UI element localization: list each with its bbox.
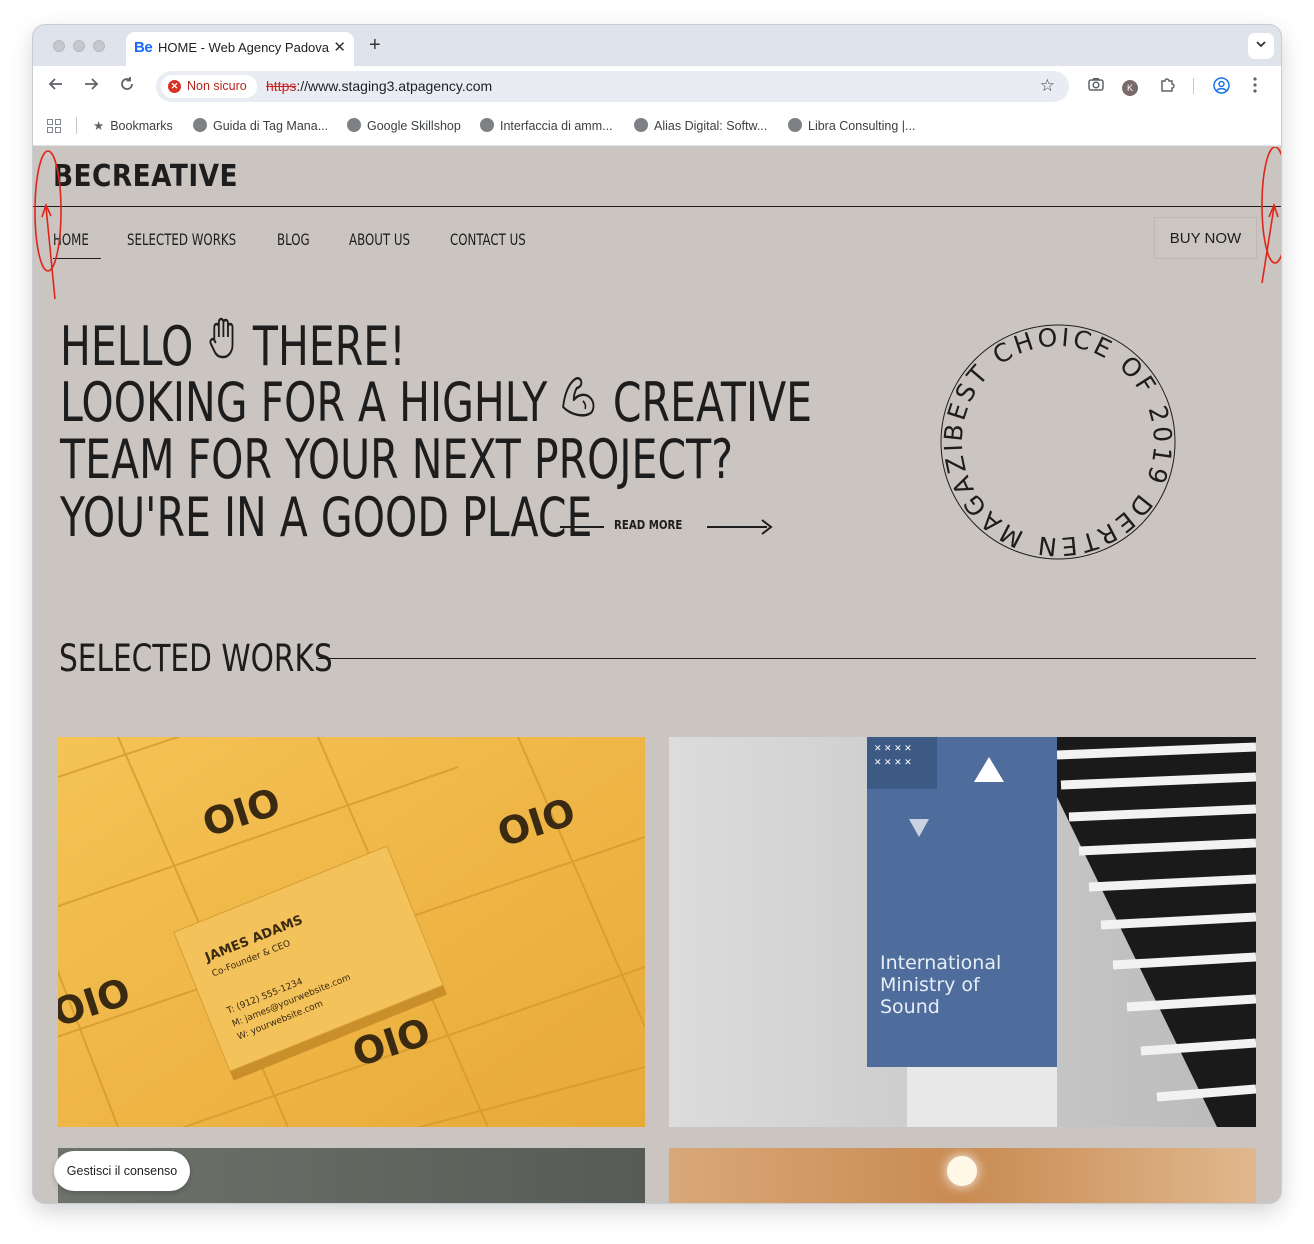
- tab-close-icon[interactable]: ✕: [333, 38, 346, 56]
- nav-selected-works[interactable]: SELECTED WORKS: [127, 230, 236, 249]
- bookmark-item[interactable]: Guida di Tag Mana...: [193, 118, 328, 133]
- extension-k-icon[interactable]: K: [1122, 80, 1138, 96]
- bookmark-item[interactable]: Libra Consulting |...: [788, 118, 915, 133]
- back-icon[interactable]: [48, 76, 64, 97]
- globe-icon: [347, 118, 361, 132]
- flexed-biceps-icon: [560, 373, 600, 432]
- tab-strip: Be HOME - Web Agency Padova ✕ +: [33, 25, 1281, 66]
- bookmark-item[interactable]: Google Skillshop: [347, 118, 461, 133]
- nav-contact-us[interactable]: CONTACT US: [450, 230, 526, 249]
- extensions-puzzle-icon[interactable]: [1159, 77, 1175, 97]
- bookmarks-bar: ★ Bookmarks Guida di Tag Mana... Google S…: [33, 106, 1281, 146]
- security-chip-label: Non sicuro: [187, 79, 247, 93]
- svg-text:Ministry of: Ministry of: [880, 974, 981, 996]
- raised-hand-icon: [206, 315, 239, 376]
- bookmarks-divider: [76, 117, 77, 134]
- hero-line-4: YOU'RE IN A GOOD PLACE: [60, 486, 593, 549]
- arrow-right-icon: [761, 519, 773, 535]
- award-badge: BEST CHOICE OF 2019 DERTEN MAGAZINE: [938, 322, 1177, 561]
- work-banner-ministry[interactable]: ✕ ✕ ✕ ✕ ✕ ✕ ✕ ✕ International Ministry of…: [669, 737, 1256, 1127]
- globe-icon: [788, 118, 802, 132]
- bookmark-item[interactable]: Interfaccia di amm...: [480, 118, 613, 133]
- zoom-window-button[interactable]: [93, 40, 105, 52]
- bookmark-star-icon[interactable]: ☆: [1040, 76, 1055, 96]
- badge-text: BEST CHOICE OF 2019 DERTEN MAGAZINE: [938, 322, 1177, 561]
- security-chip[interactable]: ✕ Non sicuro: [161, 75, 257, 98]
- url-host: ://www.staging3.atpagency.com: [296, 78, 493, 94]
- nav-blog[interactable]: BLOG: [277, 230, 310, 249]
- work-business-cards[interactable]: OIO OIO OIO OIO JAMES ADAMS Co-Founder &…: [58, 737, 645, 1127]
- browser-window: Be HOME - Web Agency Padova ✕ + ✕ Non si…: [33, 25, 1281, 1203]
- banner-mockup: ✕ ✕ ✕ ✕ ✕ ✕ ✕ ✕ International Ministry of…: [669, 737, 1256, 1127]
- bookmark-item[interactable]: ★ Bookmarks: [93, 118, 173, 133]
- read-more-right-line: [707, 526, 767, 528]
- lamp-light: [947, 1156, 977, 1186]
- apps-grid-icon[interactable]: [47, 119, 61, 133]
- browser-toolbar: ✕ Non sicuro https://www.staging3.atpage…: [33, 66, 1281, 106]
- website-viewport: BECREATIVE HOME SELECTED WORKS BLOG ABOU…: [33, 147, 1281, 1203]
- svg-text:Sound: Sound: [880, 996, 940, 1018]
- work-thumbnail-4[interactable]: [669, 1148, 1256, 1203]
- tab-title: HOME - Web Agency Padova: [158, 40, 330, 55]
- camera-icon[interactable]: [1088, 77, 1104, 95]
- new-tab-button[interactable]: +: [369, 34, 381, 57]
- toolbar-divider: [1193, 78, 1194, 94]
- profile-icon[interactable]: [1213, 77, 1230, 98]
- active-tab[interactable]: Be HOME - Web Agency Padova ✕: [126, 32, 354, 66]
- business-cards-mockup: OIO OIO OIO OIO JAMES ADAMS Co-Founder &…: [58, 737, 645, 1127]
- hero-line-1: HELLO THERE!: [60, 315, 406, 378]
- annotation-right: [1261, 147, 1281, 284]
- url-text[interactable]: https://www.staging3.atpagency.com: [266, 78, 492, 94]
- hero-line-2: LOOKING FOR A HIGHLY CREATIVE: [60, 371, 813, 434]
- globe-icon: [193, 118, 207, 132]
- behance-favicon-icon: Be: [134, 39, 153, 56]
- site-logo[interactable]: BECREATIVE: [53, 159, 238, 194]
- section-divider: [318, 658, 1256, 659]
- star-icon: ★: [93, 119, 105, 133]
- header-divider: [33, 206, 1281, 207]
- bookmark-item[interactable]: Alias Digital: Softw...: [634, 118, 767, 133]
- warning-icon: ✕: [168, 80, 181, 93]
- tab-search-button[interactable]: [1248, 33, 1274, 59]
- manage-consent-button[interactable]: Gestisci il consenso: [54, 1151, 190, 1191]
- reload-icon[interactable]: [119, 76, 135, 97]
- chevron-down-icon: [1256, 41, 1266, 48]
- annotation-left: [34, 150, 62, 300]
- forward-icon[interactable]: [83, 76, 99, 97]
- hero-line-3: TEAM FOR YOUR NEXT PROJECT?: [60, 428, 733, 491]
- close-window-button[interactable]: [53, 40, 65, 52]
- minimize-window-button[interactable]: [73, 40, 85, 52]
- nav-about-us[interactable]: ABOUT US: [349, 230, 410, 249]
- svg-text:✕ ✕ ✕ ✕: ✕ ✕ ✕ ✕: [874, 757, 912, 767]
- read-more-label: READ MORE: [614, 518, 683, 532]
- address-bar[interactable]: ✕ Non sicuro https://www.staging3.atpage…: [156, 71, 1069, 102]
- kebab-menu-icon[interactable]: [1253, 77, 1257, 97]
- read-more-left-line: [560, 526, 604, 528]
- url-scheme: https: [266, 78, 297, 94]
- buy-now-button[interactable]: BUY NOW: [1154, 217, 1257, 259]
- section-title: SELECTED WORKS: [59, 637, 333, 680]
- svg-text:International: International: [880, 952, 1001, 974]
- globe-icon: [480, 118, 494, 132]
- svg-text:✕ ✕ ✕ ✕: ✕ ✕ ✕ ✕: [874, 743, 912, 753]
- globe-icon: [634, 118, 648, 132]
